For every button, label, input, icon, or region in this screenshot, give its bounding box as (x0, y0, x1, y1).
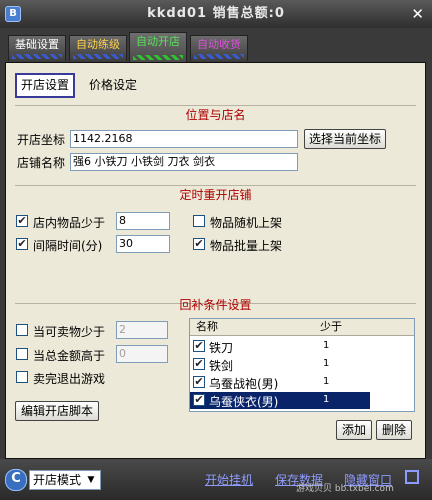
sellable-below-input[interactable]: 2 (116, 321, 168, 339)
money-above-checkbox[interactable] (16, 348, 28, 360)
item-name: 铁刀 (209, 341, 234, 355)
list-item-selected[interactable]: ✔ 乌蚕侠衣(男) 1 (190, 392, 370, 409)
interval-label: 间隔时间(分) (33, 239, 103, 253)
tab-basic-settings[interactable]: 基础设置 (8, 35, 66, 61)
exit-game-checkbox[interactable] (16, 371, 28, 383)
tab-wave-decoration (133, 55, 183, 60)
edit-shop-script-button[interactable]: 编辑开店脚本 (15, 401, 99, 421)
tab-label: 自动开店 (136, 35, 180, 48)
batch-list-label: 物品批量上架 (210, 239, 283, 253)
tab-wave-decoration (73, 54, 123, 59)
select-current-coord-button[interactable]: 选择当前坐标 (304, 129, 386, 149)
money-above-label: 当总金额高于 (33, 349, 106, 363)
tab-auto-shop[interactable]: 自动开店 (129, 32, 187, 62)
shop-name-label: 店铺名称 (17, 156, 66, 170)
app-window: B kkdd01 销售总额:0 ✕ 基础设置 自动练级 自动开店 自动收货 开店… (0, 0, 432, 500)
timer-section-title: 定时重开店铺 (179, 188, 252, 202)
tab-wave-decoration (12, 54, 62, 59)
restock-item-list[interactable]: 名称 少于 ✔ 铁刀 1 ✔ 铁剑 1 ✔ 乌蚕战袍(男) 1 ✔ 乌蚕侠衣(男… (189, 318, 415, 412)
item-qty: 1 (323, 376, 330, 387)
item-qty: 1 (323, 340, 330, 351)
menu-icon[interactable]: C (5, 469, 27, 491)
column-qty-header[interactable]: 少于 (320, 319, 342, 335)
tab-shop-settings[interactable]: 开店设置 (15, 73, 76, 98)
item-checkbox[interactable]: ✔ (193, 394, 205, 406)
tab-label: 自动收货 (197, 38, 241, 51)
window-title: kkdd01 销售总额:0 (147, 6, 285, 21)
title-bar[interactable]: B kkdd01 销售总额:0 ✕ (0, 0, 432, 28)
list-item[interactable]: ✔ 铁刀 1 (190, 338, 370, 355)
delete-item-button[interactable]: 删除 (376, 420, 412, 440)
tab-price-settings[interactable]: 价格设定 (85, 75, 141, 96)
list-item[interactable]: ✔ 铁剑 1 (190, 356, 370, 373)
watermark: 游戏贝贝 bb.txbei.com (296, 484, 394, 494)
item-qty: 1 (323, 358, 330, 369)
items-below-label: 店内物品少于 (33, 216, 106, 230)
start-hangup-link[interactable]: 开始挂机 (205, 471, 253, 488)
window-icon[interactable] (405, 470, 419, 484)
items-below-checkbox[interactable]: ✔ (16, 215, 28, 227)
sellable-below-label: 当可卖物少于 (33, 325, 106, 339)
shop-settings-panel: 开店设置 价格设定 位置与店名 开店坐标 1142.2168 选择当前坐标 店铺… (5, 62, 426, 459)
shop-name-input[interactable]: 强6 小铁刀 小铁剑 刀衣 剑衣 (70, 153, 298, 171)
item-qty: 1 (323, 394, 330, 405)
list-header: 名称 少于 (190, 319, 414, 336)
sellable-below-checkbox[interactable] (16, 324, 28, 336)
batch-list-checkbox[interactable]: ✔ (193, 238, 205, 250)
tab-label: 自动练级 (76, 38, 120, 51)
item-checkbox[interactable]: ✔ (193, 358, 205, 370)
tab-label: 基础设置 (15, 38, 59, 51)
interval-input[interactable]: 30 (116, 235, 170, 253)
item-checkbox[interactable]: ✔ (193, 376, 205, 388)
tab-auto-purchase[interactable]: 自动收货 (190, 35, 248, 61)
item-checkbox[interactable]: ✔ (193, 340, 205, 352)
interval-checkbox[interactable]: ✔ (16, 238, 28, 250)
mode-select-value: 开店模式 (33, 473, 82, 487)
tab-auto-leveling[interactable]: 自动练级 (69, 35, 127, 61)
tab-wave-decoration (194, 54, 244, 59)
shop-coord-label: 开店坐标 (17, 133, 66, 147)
item-name: 乌蚕战袍(男) (209, 377, 279, 391)
money-above-input[interactable]: 0 (116, 345, 168, 363)
column-name-header[interactable]: 名称 (196, 319, 218, 335)
item-name: 铁剑 (209, 359, 234, 373)
close-icon[interactable]: ✕ (411, 5, 424, 23)
top-tab-bar: 基础设置 自动练级 自动开店 自动收货 (0, 28, 432, 62)
add-item-button[interactable]: 添加 (336, 420, 372, 440)
shop-coord-input[interactable]: 1142.2168 (70, 130, 298, 148)
mode-select[interactable]: 开店模式 ▼ (29, 470, 101, 490)
restock-section-title: 回补条件设置 (179, 298, 252, 312)
item-name: 乌蚕侠衣(男) (209, 395, 279, 409)
exit-game-label: 卖完退出游戏 (33, 372, 106, 386)
random-list-checkbox[interactable] (193, 215, 205, 227)
location-section-title: 位置与店名 (185, 108, 246, 122)
chevron-down-icon[interactable]: ▼ (84, 473, 98, 487)
items-below-input[interactable]: 8 (116, 212, 170, 230)
random-list-label: 物品随机上架 (210, 216, 283, 230)
list-item[interactable]: ✔ 乌蚕战袍(男) 1 (190, 374, 370, 391)
